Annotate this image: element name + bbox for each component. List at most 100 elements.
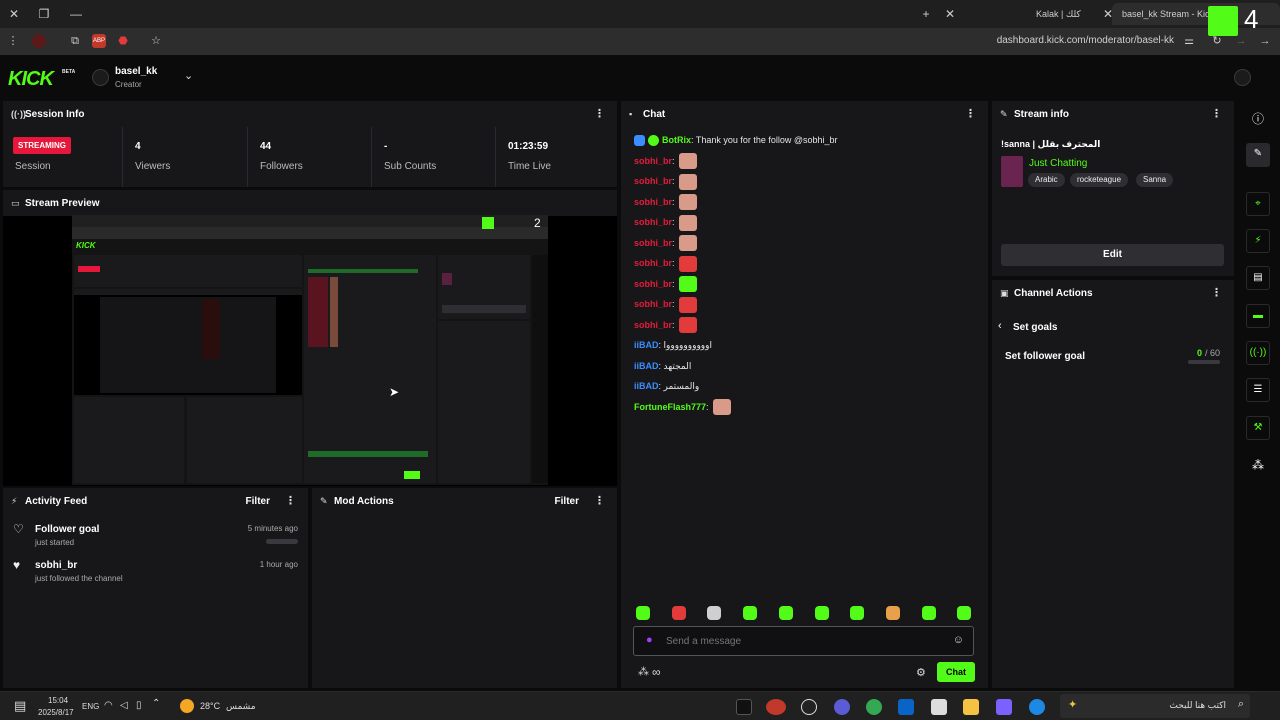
chat-username[interactable]: iiBAD [634, 340, 659, 350]
more-options-icon[interactable]: ⋮ [285, 494, 296, 507]
app-icon[interactable] [801, 699, 817, 715]
weather-temp[interactable]: 28°C [200, 701, 220, 711]
chat-username[interactable]: sobhi_br [634, 238, 672, 248]
chat-separator: : [672, 319, 678, 330]
copilot-icon[interactable] [996, 699, 1012, 715]
kick-logo[interactable]: KICK [8, 68, 54, 91]
chat-message-input[interactable] [666, 633, 946, 649]
battery-icon[interactable]: ▯ [136, 700, 142, 711]
emote-icon[interactable] [636, 606, 650, 620]
close-window-icon[interactable]: ✕ [6, 6, 22, 22]
user-menu-avatar[interactable] [1234, 69, 1251, 86]
chat-username[interactable]: sobhi_br [634, 176, 672, 186]
emote-icon[interactable] [743, 606, 757, 620]
clip-icon[interactable]: ⌖ [1246, 192, 1270, 216]
app-icon[interactable] [834, 699, 850, 715]
menu-dots-icon[interactable]: ⋮ [6, 34, 20, 48]
emote-icon[interactable] [672, 606, 686, 620]
edit-stream-info-button[interactable]: Edit [1001, 244, 1224, 266]
channel-points-icon[interactable]: ⁂ [638, 665, 649, 678]
url-field[interactable]: dashboard.kick.com/moderator/basel-kk [997, 35, 1174, 46]
chat-username[interactable]: sobhi_br [634, 217, 672, 227]
more-options-icon[interactable]: ⋮ [594, 107, 605, 120]
filter-button[interactable]: Filter [246, 496, 270, 507]
edge-icon[interactable] [1029, 699, 1045, 715]
extensions-icon[interactable]: ⧉ [68, 34, 82, 48]
emote-icon[interactable] [815, 606, 829, 620]
chat-username[interactable]: sobhi_br [634, 156, 672, 166]
chat-username[interactable]: sobhi_br [634, 299, 672, 309]
restore-window-icon[interactable]: ❐ [36, 6, 52, 22]
site-settings-icon[interactable]: ⚌ [1182, 34, 1196, 48]
minimize-window-icon[interactable]: — [68, 6, 84, 22]
store-icon[interactable] [931, 699, 947, 715]
language-indicator[interactable]: ENG [82, 702, 99, 711]
weather-desc: مشمس [226, 701, 256, 711]
outlook-icon[interactable] [898, 699, 914, 715]
profile-icon[interactable] [32, 34, 46, 48]
epic-games-icon[interactable] [736, 699, 752, 715]
wifi-icon[interactable]: ◠ [104, 700, 113, 711]
more-options-icon[interactable]: ⋮ [1211, 107, 1222, 120]
more-widgets-icon[interactable]: ⁂ [1252, 458, 1264, 472]
more-options-icon[interactable]: ⋮ [594, 494, 605, 507]
more-options-icon[interactable]: ⋮ [1211, 286, 1222, 299]
wrench-icon[interactable]: ⚒ [1246, 416, 1270, 440]
chevron-down-icon[interactable]: ⌄ [184, 69, 193, 82]
avatar[interactable] [92, 69, 109, 86]
emote-icon[interactable] [957, 606, 971, 620]
clock-time[interactable]: 15:04 [48, 696, 68, 705]
notification-icon[interactable]: ▤ [14, 698, 26, 714]
send-chat-button[interactable]: Chat [937, 662, 975, 682]
filter-button[interactable]: Filter [555, 496, 579, 507]
set-follower-goal-button[interactable]: Set follower goal [1005, 351, 1085, 362]
stream-category[interactable]: Just Chatting [1029, 158, 1087, 169]
broadcast-icon[interactable]: ((·)) [1246, 341, 1270, 365]
adblock-icon[interactable]: ABP [92, 34, 106, 48]
info-icon[interactable]: ⓘ [1252, 110, 1264, 127]
back-chevron-icon[interactable]: ‹ [998, 320, 1002, 332]
chat-settings-gear-icon[interactable]: ⚙ [916, 666, 926, 679]
chrome-icon[interactable] [866, 699, 882, 715]
chat-icon[interactable]: ▬ [1246, 304, 1270, 328]
panel-title: Stream info [1014, 109, 1070, 120]
emoji-icon[interactable]: ☺ [953, 634, 964, 646]
emote-icon[interactable] [886, 606, 900, 620]
microphone-icon[interactable]: ● [646, 634, 653, 646]
volume-icon[interactable]: ◁ [120, 700, 128, 711]
chat-username[interactable]: iiBAD [634, 381, 659, 391]
emote-icon[interactable] [922, 606, 936, 620]
bookmark-star-icon[interactable]: ☆ [149, 34, 163, 48]
stream-preview-video[interactable]: 2 KICK [72, 215, 548, 485]
file-explorer-icon[interactable] [963, 699, 979, 715]
set-goals-back-button[interactable]: Set goals [1013, 322, 1057, 333]
chevron-up-icon[interactable]: ⌃ [152, 698, 160, 709]
chat-username[interactable]: sobhi_br [634, 258, 672, 268]
emote-icon[interactable] [850, 606, 864, 620]
emote-icon[interactable] [707, 606, 721, 620]
edit-layout-icon[interactable]: ✎ [1246, 143, 1270, 167]
close-tab-icon[interactable]: ✕ [942, 6, 958, 22]
chat-username[interactable]: FortuneFlash777 [634, 402, 706, 412]
new-tab-icon[interactable]: + [918, 6, 934, 22]
more-options-icon[interactable]: ⋮ [965, 107, 976, 120]
shield-icon[interactable]: ⬣ [116, 34, 130, 48]
document-icon[interactable]: ▤ [1246, 266, 1270, 290]
bolt-icon[interactable]: ⚡ [1246, 229, 1270, 253]
reload-icon[interactable]: ↻ [1210, 34, 1224, 48]
back-icon[interactable]: → [1258, 34, 1272, 48]
emote-icon[interactable] [779, 606, 793, 620]
forward-icon[interactable]: → [1234, 34, 1248, 48]
chat-username[interactable]: iiBAD [634, 361, 659, 371]
chat-username[interactable]: BotRix [662, 135, 691, 145]
chat-username[interactable]: sobhi_br [634, 279, 672, 289]
clock-date[interactable]: 2025/8/17 [38, 708, 74, 717]
layout-icon[interactable]: ☰ [1246, 378, 1270, 402]
panel-title: Activity Feed [25, 496, 88, 507]
taskbar-search-box[interactable]: ✦ اكتب هنا للبحث ⌕ [1060, 694, 1250, 718]
app-icon[interactable] [766, 699, 786, 715]
chat-username[interactable]: sobhi_br [634, 197, 672, 207]
chat-username[interactable]: sobhi_br [634, 320, 672, 330]
chat-input-box[interactable]: ● ☺ [633, 626, 974, 656]
tab-kalak[interactable]: Kalak | كلك [1026, 3, 1098, 25]
